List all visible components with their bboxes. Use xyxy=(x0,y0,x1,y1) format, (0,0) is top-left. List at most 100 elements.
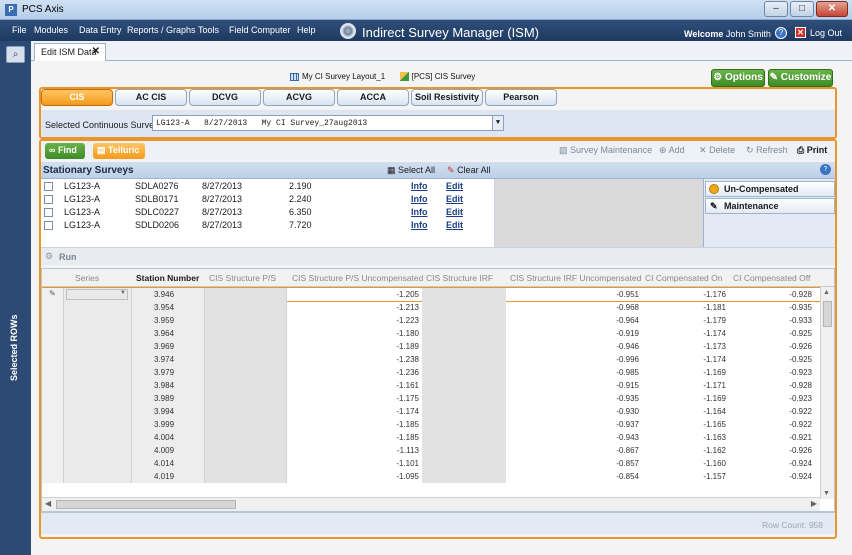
station-number-cell[interactable]: 4.019 xyxy=(132,470,205,483)
list-item[interactable]: LG123-A SDLA0276 8/27/2013 2.190 Info Ed… xyxy=(41,180,495,193)
table-row[interactable]: 4.019 -1.095 -0.854 -1.157 -0.924 xyxy=(42,470,820,483)
cis-ps-uncompensated-cell[interactable]: -1.223 xyxy=(287,316,419,325)
tab-ac-cis[interactable]: AC CIS xyxy=(115,89,187,106)
scroll-right-icon[interactable]: ▶ xyxy=(811,499,817,508)
series-cell[interactable] xyxy=(64,457,132,470)
cis-ps-cell[interactable] xyxy=(205,444,287,457)
column-header-cis-ps-uncompensated[interactable]: CIS Structure P/S Uncompensated xyxy=(292,273,423,283)
find-button[interactable]: ∞ Find xyxy=(45,143,85,159)
row-header[interactable] xyxy=(42,340,64,353)
ci-compensated-on-cell[interactable]: -1.174 xyxy=(639,329,726,338)
series-cell[interactable] xyxy=(64,314,132,327)
ci-compensated-on-cell[interactable]: -1.165 xyxy=(639,420,726,429)
cis-irf-cell[interactable] xyxy=(422,327,506,340)
row-header[interactable] xyxy=(42,418,64,431)
table-row[interactable]: ✎ ▼ 3.946 -1.205 -0.951 -1.176 -0.928 xyxy=(42,287,821,302)
cis-ps-uncompensated-cell[interactable]: -1.205 xyxy=(287,290,419,299)
scroll-left-icon[interactable]: ◀ xyxy=(45,499,51,508)
cis-ps-cell[interactable] xyxy=(205,314,287,327)
ci-compensated-off-cell[interactable]: -0.925 xyxy=(726,355,812,364)
row-header[interactable] xyxy=(42,301,64,314)
ci-compensated-off-cell[interactable]: -0.922 xyxy=(726,420,812,429)
cis-irf-cell[interactable] xyxy=(422,418,506,431)
clear-all-button[interactable]: ✎ Clear All xyxy=(447,165,491,176)
cis-irf-uncompensated-cell[interactable]: -0.867 xyxy=(506,446,639,455)
cis-irf-cell[interactable] xyxy=(422,405,506,418)
close-tab-icon[interactable]: ✕ xyxy=(92,46,100,57)
row-header[interactable] xyxy=(42,405,64,418)
table-row[interactable]: 4.004 -1.185 -0.943 -1.163 -0.921 xyxy=(42,431,820,444)
series-dropdown[interactable]: ▼ xyxy=(66,289,128,300)
tab-soil-resistivity[interactable]: Soil Resistivity xyxy=(411,89,483,106)
cis-ps-uncompensated-cell[interactable]: -1.238 xyxy=(287,355,419,364)
cis-irf-cell[interactable] xyxy=(422,444,506,457)
edit-link[interactable]: Edit xyxy=(446,194,463,204)
cis-ps-uncompensated-cell[interactable]: -1.189 xyxy=(287,342,419,351)
cis-irf-uncompensated-cell[interactable]: -0.985 xyxy=(506,368,639,377)
station-number-cell[interactable]: 3.959 xyxy=(132,314,205,327)
cis-ps-uncompensated-cell[interactable]: -1.113 xyxy=(287,446,419,455)
series-cell[interactable] xyxy=(64,418,132,431)
un-compensated-inspections-button[interactable]: Un-Compensated Inspections xyxy=(705,181,835,208)
cis-irf-uncompensated-cell[interactable]: -0.930 xyxy=(506,407,639,416)
cis-irf-cell[interactable] xyxy=(422,288,506,301)
row-checkbox[interactable] xyxy=(44,195,53,204)
series-cell[interactable] xyxy=(64,444,132,457)
selected-survey-dropdown[interactable]: LG123-A 8/27/2013 My CI Survey_27aug2013… xyxy=(152,115,504,131)
row-header[interactable] xyxy=(42,379,64,392)
station-number-cell[interactable]: 3.989 xyxy=(132,392,205,405)
help-icon[interactable]: ? xyxy=(775,27,787,39)
station-number-cell[interactable]: 3.999 xyxy=(132,418,205,431)
station-number-cell[interactable]: 3.946 xyxy=(132,288,205,301)
add-button[interactable]: ⊕ Add xyxy=(659,145,685,156)
vertical-scrollbar[interactable]: ▲ ▼ xyxy=(820,287,834,499)
cis-irf-cell[interactable] xyxy=(422,353,506,366)
series-cell[interactable] xyxy=(64,353,132,366)
ci-compensated-on-cell[interactable]: -1.163 xyxy=(639,433,726,442)
series-cell[interactable] xyxy=(64,301,132,314)
cis-irf-cell[interactable] xyxy=(422,379,506,392)
cis-ps-cell[interactable] xyxy=(205,288,287,301)
cis-ps-cell[interactable] xyxy=(205,457,287,470)
table-row[interactable]: 3.999 -1.185 -0.937 -1.165 -0.922 xyxy=(42,418,820,431)
selected-rows-label[interactable]: Selected ROWs xyxy=(9,314,19,381)
survey-maintenance-button[interactable]: ▧ Survey Maintenance xyxy=(559,145,652,156)
station-number-cell[interactable]: 3.954 xyxy=(132,301,205,314)
ci-compensated-on-cell[interactable]: -1.171 xyxy=(639,381,726,390)
station-number-cell[interactable]: 4.014 xyxy=(132,457,205,470)
cis-irf-uncompensated-cell[interactable]: -0.943 xyxy=(506,433,639,442)
tab-edit-ism-data[interactable]: Edit ISM Data ✕ xyxy=(34,43,106,61)
cis-irf-uncompensated-cell[interactable]: -0.935 xyxy=(506,394,639,403)
ci-compensated-off-cell[interactable]: -0.923 xyxy=(726,368,812,377)
info-link[interactable]: Info xyxy=(411,181,428,191)
ci-compensated-off-cell[interactable]: -0.935 xyxy=(726,303,812,312)
column-header-cis-irf[interactable]: CIS Structure IRF xyxy=(426,273,493,283)
series-cell[interactable] xyxy=(64,327,132,340)
cis-irf-uncompensated-cell[interactable]: -0.919 xyxy=(506,329,639,338)
station-number-cell[interactable]: 3.974 xyxy=(132,353,205,366)
menu-file[interactable]: File xyxy=(12,25,27,35)
row-header[interactable] xyxy=(42,431,64,444)
tab-acca[interactable]: ACCA xyxy=(337,89,409,106)
column-header-ci-compensated-on[interactable]: CI Compensated On xyxy=(645,273,722,283)
edit-link[interactable]: Edit xyxy=(446,181,463,191)
info-link[interactable]: Info xyxy=(411,194,428,204)
ci-compensated-off-cell[interactable]: -0.926 xyxy=(726,446,812,455)
scroll-down-icon[interactable]: ▼ xyxy=(823,490,830,497)
cis-irf-uncompensated-cell[interactable]: -0.937 xyxy=(506,420,639,429)
table-row[interactable]: 3.969 -1.189 -0.946 -1.173 -0.926 xyxy=(42,340,820,353)
logout-icon[interactable]: ✕ xyxy=(795,27,806,38)
chevron-down-icon[interactable]: ▼ xyxy=(492,116,503,130)
station-number-cell[interactable]: 3.969 xyxy=(132,340,205,353)
logout-link[interactable]: Log Out xyxy=(810,28,842,38)
cis-irf-uncompensated-cell[interactable]: -0.964 xyxy=(506,316,639,325)
cis-irf-cell[interactable] xyxy=(422,314,506,327)
cis-irf-cell[interactable] xyxy=(422,457,506,470)
cis-ps-uncompensated-cell[interactable]: -1.185 xyxy=(287,420,419,429)
cis-irf-cell[interactable] xyxy=(422,366,506,379)
scroll-up-icon[interactable]: ▲ xyxy=(823,289,830,296)
table-row[interactable]: 4.009 -1.113 -0.867 -1.162 -0.926 xyxy=(42,444,820,457)
edit-link[interactable]: Edit xyxy=(446,220,463,230)
ci-compensated-on-cell[interactable]: -1.169 xyxy=(639,368,726,377)
cis-ps-cell[interactable] xyxy=(205,418,287,431)
